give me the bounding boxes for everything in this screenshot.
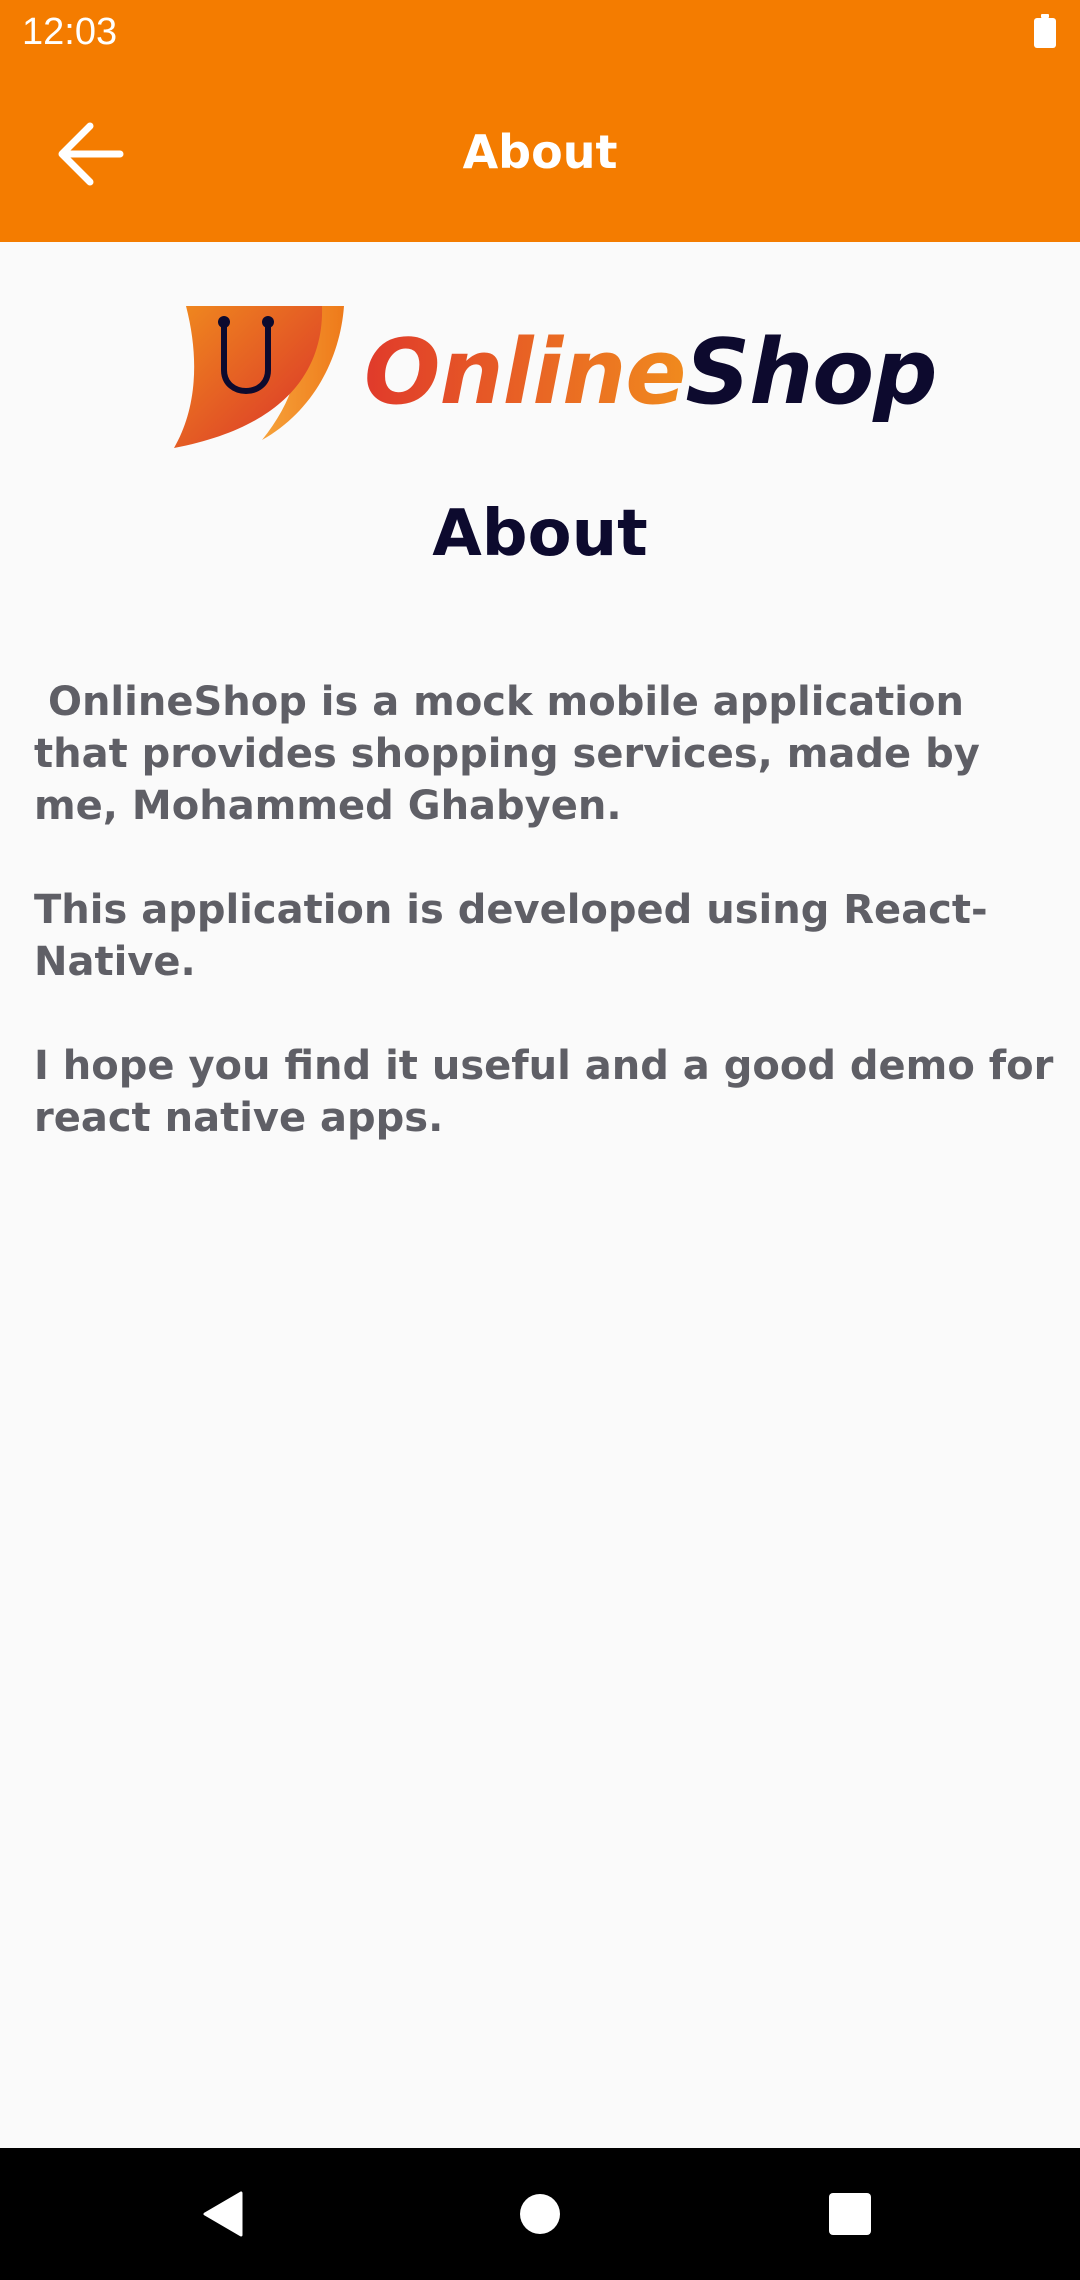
shopping-bag-icon xyxy=(174,306,344,448)
page-heading: About xyxy=(432,497,648,571)
online-shop-logo: OnlineShop xyxy=(172,300,938,450)
status-time: 12:03 xyxy=(22,11,118,53)
logo-word-shop: Shop xyxy=(685,320,937,425)
about-paragraph: I hope you find it useful and a good dem… xyxy=(34,1043,1068,1141)
logo-wordmark: OnlineShop xyxy=(364,318,938,428)
system-navigation-bar xyxy=(0,2148,1080,2280)
about-content: OnlineShop is a mock mobile application … xyxy=(34,676,1054,1196)
app-bar: About xyxy=(0,64,1080,242)
battery-full-icon xyxy=(1034,14,1056,48)
nav-recents-button[interactable] xyxy=(814,2178,886,2250)
nav-home-circle-icon xyxy=(520,2194,560,2234)
nav-recents-square-icon xyxy=(829,2193,871,2235)
nav-home-button[interactable] xyxy=(504,2178,576,2250)
about-paragraph: This application is developed using Reac… xyxy=(34,887,988,985)
logo-word-online: Online xyxy=(364,320,686,425)
app-bar-title: About xyxy=(462,125,618,179)
nav-back-triangle-icon xyxy=(203,2191,243,2237)
about-paragraph: OnlineShop is a mock mobile application … xyxy=(34,679,994,829)
nav-back-button[interactable] xyxy=(188,2178,260,2250)
status-bar: 12:03 xyxy=(0,0,1080,64)
